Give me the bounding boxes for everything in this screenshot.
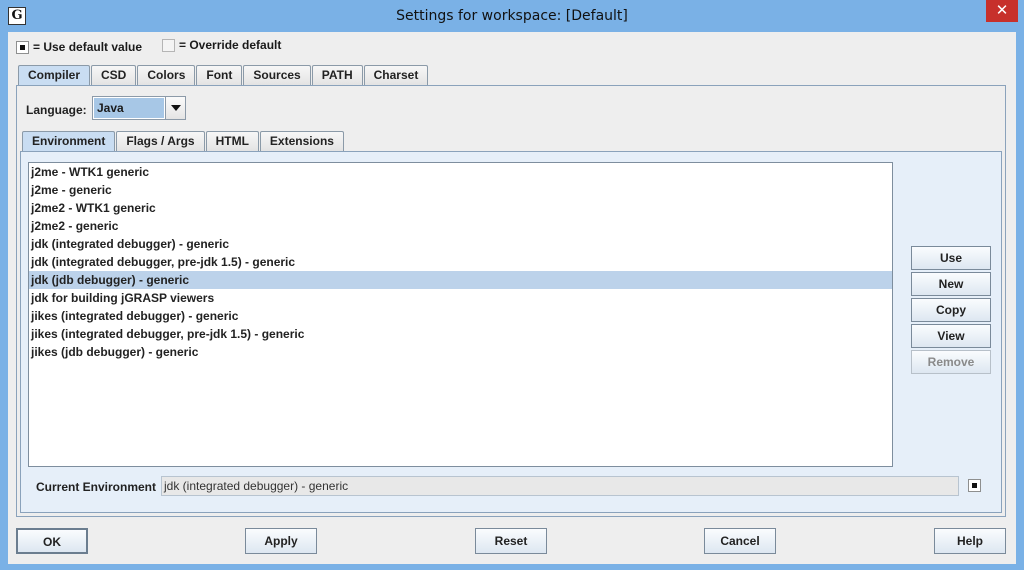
list-item[interactable]: jikes (integrated debugger) - generic <box>29 307 892 325</box>
title-bar[interactable]: G Settings for workspace: [Default] ✕ <box>0 0 1024 32</box>
legend-default: = Use default value <box>16 40 142 56</box>
tab-environment[interactable]: Environment <box>22 131 116 152</box>
environment-list[interactable]: j2me - WTK1 generic j2me - generic j2me2… <box>28 162 893 467</box>
tab-csd[interactable]: CSD <box>91 65 137 85</box>
new-button[interactable]: New <box>911 272 991 296</box>
tab-charset[interactable]: Charset <box>363 65 429 85</box>
tab-flags-args[interactable]: Flags / Args <box>116 131 205 151</box>
help-button[interactable]: Help <box>934 528 1006 554</box>
override-checkbox-icon <box>162 39 175 53</box>
top-tab-bar: Compiler CSD Colors Font Sources PATH Ch… <box>18 65 429 86</box>
list-item[interactable]: jdk (integrated debugger, pre-jdk 1.5) -… <box>29 253 892 271</box>
default-checkbox-icon <box>16 41 29 55</box>
list-item-selected[interactable]: jdk (jdb debugger) - generic <box>29 271 892 289</box>
close-icon[interactable]: ✕ <box>986 0 1018 22</box>
list-item[interactable]: jdk for building jGRASP viewers <box>29 289 892 307</box>
window-title: Settings for workspace: [Default] <box>396 8 628 24</box>
current-environment-label: Current Environment <box>36 480 157 494</box>
list-item[interactable]: j2me - generic <box>29 181 892 199</box>
list-item[interactable]: j2me - WTK1 generic <box>29 163 892 181</box>
dialog-content: = Use default value = Override default C… <box>8 32 1016 564</box>
view-button[interactable]: View <box>911 324 991 348</box>
list-item[interactable]: j2me2 - generic <box>29 217 892 235</box>
legend-default-label: = Use default value <box>33 40 143 54</box>
chevron-down-icon[interactable] <box>165 97 185 119</box>
copy-button[interactable]: Copy <box>911 298 991 322</box>
current-environment-default-checkbox[interactable] <box>968 479 981 492</box>
list-item[interactable]: j2me2 - WTK1 generic <box>29 199 892 217</box>
apply-button[interactable]: Apply <box>245 528 317 554</box>
remove-button[interactable]: Remove <box>911 350 991 374</box>
tab-font[interactable]: Font <box>196 65 243 85</box>
use-button[interactable]: Use <box>911 246 991 270</box>
list-item[interactable]: jdk (integrated debugger) - generic <box>29 235 892 253</box>
reset-button[interactable]: Reset <box>475 528 547 554</box>
legend-override-label: = Override default <box>179 38 282 52</box>
settings-window: G Settings for workspace: [Default] ✕ = … <box>0 0 1024 570</box>
tab-sources[interactable]: Sources <box>243 65 311 85</box>
tab-compiler[interactable]: Compiler <box>18 65 91 86</box>
language-value: Java <box>94 98 164 118</box>
current-environment-field: jdk (integrated debugger) - generic <box>161 476 959 496</box>
language-label: Language: <box>26 103 87 117</box>
list-item[interactable]: jikes (jdb debugger) - generic <box>29 343 892 361</box>
list-item[interactable]: jikes (integrated debugger, pre-jdk 1.5)… <box>29 325 892 343</box>
language-select[interactable]: Java <box>92 96 186 120</box>
cancel-button[interactable]: Cancel <box>704 528 776 554</box>
tab-html[interactable]: HTML <box>205 131 259 151</box>
tab-path[interactable]: PATH <box>311 65 363 85</box>
tab-extensions[interactable]: Extensions <box>259 131 344 151</box>
sub-tab-bar: Environment Flags / Args HTML Extensions <box>22 131 345 152</box>
legend-override: = Override default <box>162 38 281 54</box>
tab-colors[interactable]: Colors <box>137 65 196 85</box>
ok-button[interactable]: OK <box>16 528 88 554</box>
